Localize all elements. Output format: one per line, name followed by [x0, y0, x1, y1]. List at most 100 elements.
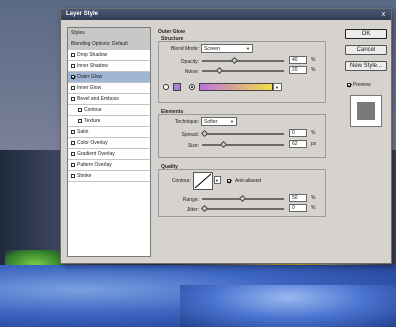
- slider-track: [202, 133, 284, 135]
- close-icon[interactable]: x: [379, 10, 388, 19]
- size-unit: px: [311, 141, 317, 147]
- spread-value: 0: [292, 130, 295, 136]
- blend-mode-value: Screen: [204, 46, 220, 52]
- technique-select[interactable]: Softer ▼: [201, 117, 237, 126]
- list-item-label: Inner Glow: [77, 85, 102, 91]
- list-item-pattern-overlay[interactable]: Pattern Overlay: [68, 160, 150, 171]
- list-item-label: Outer Glow: [77, 74, 103, 80]
- contour-dropdown-button[interactable]: ▼: [214, 176, 221, 184]
- contour-picker[interactable]: [193, 172, 213, 190]
- color-overlay-checkbox[interactable]: [71, 141, 75, 145]
- list-item-label: Pattern Overlay: [77, 162, 112, 168]
- ok-button[interactable]: OK: [345, 29, 387, 39]
- list-item-label: Blending Options: Default: [71, 41, 128, 47]
- slider-track: [202, 144, 284, 146]
- list-item-styles[interactable]: Styles: [68, 28, 150, 39]
- size-input[interactable]: 62: [289, 140, 307, 148]
- preview-toggle[interactable]: Preview: [347, 82, 371, 88]
- background-rocks-right: [180, 285, 396, 327]
- list-item-satin[interactable]: Satin: [68, 127, 150, 138]
- glow-color-swatch[interactable]: [173, 83, 181, 91]
- noise-slider[interactable]: [202, 66, 284, 75]
- dialog-titlebar[interactable]: Layer Style x: [61, 9, 391, 20]
- satin-checkbox[interactable]: [71, 130, 75, 134]
- list-item-inner-glow[interactable]: Inner Glow: [68, 83, 150, 94]
- spread-unit: %: [311, 130, 316, 136]
- jitter-unit: %: [311, 205, 316, 211]
- contour-checkbox[interactable]: [78, 108, 82, 112]
- chevron-down-icon: ▼: [275, 85, 279, 90]
- anti-aliased-checkbox[interactable]: [227, 179, 231, 183]
- slider-thumb[interactable]: [200, 129, 209, 138]
- drop-shadow-checkbox[interactable]: [71, 53, 75, 57]
- list-item-label: Color Overlay: [77, 140, 108, 146]
- spread-slider[interactable]: [200, 129, 284, 138]
- jitter-input[interactable]: 0: [289, 204, 307, 212]
- new-style-button[interactable]: New Style...: [345, 61, 387, 71]
- range-label: Range:: [182, 197, 199, 203]
- preview-checkbox[interactable]: [347, 83, 351, 87]
- list-item-label: Contour: [84, 107, 102, 113]
- list-item-label: Satin: [77, 129, 89, 135]
- slider-thumb[interactable]: [200, 204, 209, 213]
- list-item-label: Texture: [84, 118, 101, 124]
- list-item-label: Inner Shadow: [77, 63, 108, 69]
- outer-glow-checkbox[interactable]: [71, 75, 75, 79]
- jitter-slider[interactable]: [200, 204, 284, 213]
- slider-thumb[interactable]: [216, 66, 224, 75]
- noise-unit: %: [311, 67, 316, 73]
- cancel-button[interactable]: Cancel: [345, 45, 387, 55]
- blend-mode-select[interactable]: Screen ▼: [201, 44, 253, 53]
- slider-thumb[interactable]: [238, 194, 247, 203]
- list-item-outer-glow[interactable]: Outer Glow: [68, 72, 150, 83]
- styles-list: Styles Blending Options: Default Drop Sh…: [67, 27, 151, 257]
- spread-input[interactable]: 0: [289, 129, 307, 137]
- texture-checkbox[interactable]: [78, 119, 82, 123]
- quality-group: Contour: ▼ Anti-aliased Range: 50 % Jitt…: [158, 169, 326, 217]
- slider-thumb[interactable]: [231, 56, 239, 65]
- list-item-stroke[interactable]: Stroke: [68, 171, 150, 182]
- list-item-color-overlay[interactable]: Color Overlay: [68, 138, 150, 149]
- list-item-texture[interactable]: Texture: [68, 116, 150, 127]
- noise-label: Noise:: [184, 69, 199, 75]
- list-item-inner-shadow[interactable]: Inner Shadow: [68, 61, 150, 72]
- list-item-contour[interactable]: Contour: [68, 105, 150, 116]
- list-item-label: Bevel and Emboss: [77, 96, 119, 102]
- gradient-picker-button[interactable]: ▼: [273, 83, 282, 91]
- size-slider[interactable]: [202, 140, 284, 149]
- inner-glow-checkbox[interactable]: [71, 86, 75, 90]
- opacity-slider[interactable]: [202, 56, 284, 65]
- slider-track: [202, 60, 284, 62]
- list-item-bevel-emboss[interactable]: Bevel and Emboss: [68, 94, 150, 105]
- outer-glow-title: Outer Glow: [158, 29, 185, 35]
- solid-color-radio[interactable]: [163, 84, 169, 90]
- outer-glow-panel: Outer Glow Structure Blend Mode: Screen ▼…: [158, 27, 328, 227]
- technique-label: Technique:: [174, 119, 199, 125]
- opacity-input[interactable]: 40: [289, 56, 307, 64]
- slider-thumb[interactable]: [219, 140, 228, 149]
- opacity-unit: %: [311, 57, 316, 63]
- list-item-drop-shadow[interactable]: Drop Shadow: [68, 50, 150, 61]
- noise-value: 20: [292, 67, 298, 73]
- chevron-down-icon: ▼: [246, 46, 250, 51]
- jitter-label: Jitter:: [186, 207, 199, 213]
- range-slider[interactable]: [202, 194, 284, 203]
- gradient-radio[interactable]: [189, 84, 195, 90]
- bevel-emboss-checkbox[interactable]: [71, 97, 75, 101]
- slider-track: [202, 208, 284, 210]
- range-input[interactable]: 50: [289, 194, 307, 202]
- contour-curve-icon: [194, 173, 212, 189]
- blend-mode-label: Blend Mode:: [170, 46, 199, 52]
- spread-label: Spread:: [181, 132, 199, 138]
- glow-gradient-swatch[interactable]: [199, 83, 273, 91]
- gradient-overlay-checkbox[interactable]: [71, 152, 75, 156]
- contour-label: Contour:: [171, 178, 191, 184]
- list-item-label: Stroke: [77, 173, 92, 179]
- stroke-checkbox[interactable]: [71, 174, 75, 178]
- preview-thumbnail: [350, 95, 382, 127]
- list-item-gradient-overlay[interactable]: Gradient Overlay: [68, 149, 150, 160]
- noise-input[interactable]: 20: [289, 66, 307, 74]
- inner-shadow-checkbox[interactable]: [71, 64, 75, 68]
- pattern-overlay-checkbox[interactable]: [71, 163, 75, 167]
- list-item-blending-options[interactable]: Blending Options: Default: [68, 39, 150, 50]
